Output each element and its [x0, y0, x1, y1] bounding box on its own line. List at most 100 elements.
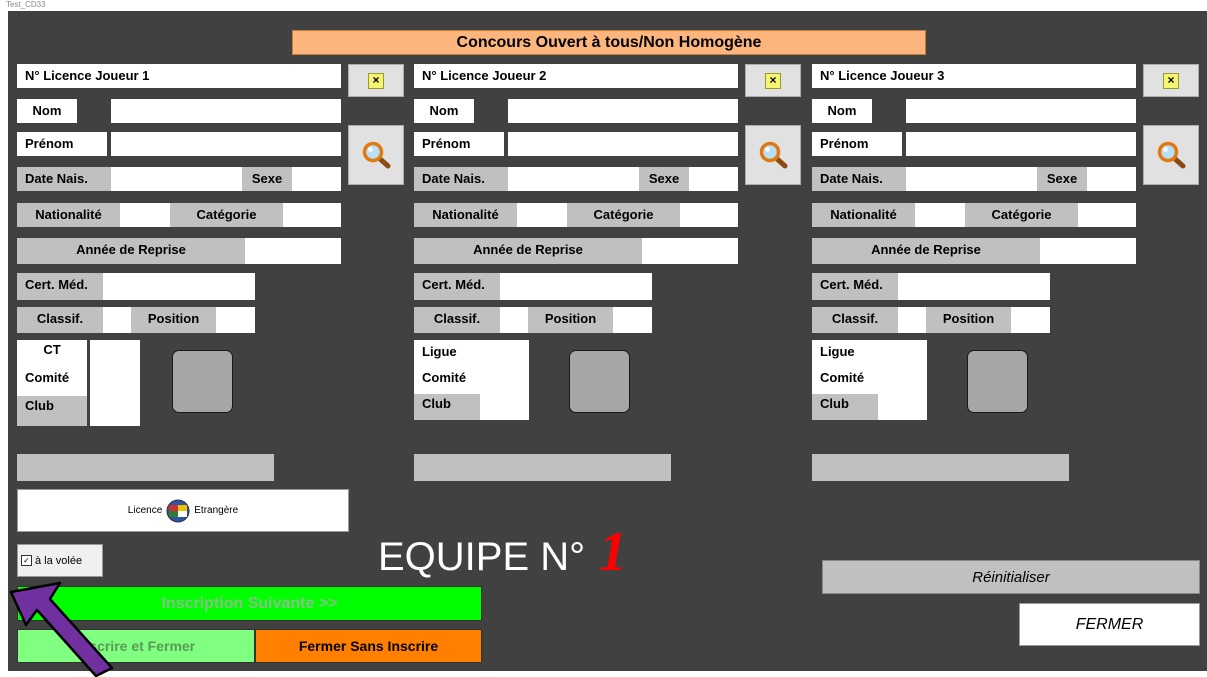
player3-sexe-field[interactable]: [1087, 167, 1136, 191]
player1-nationalite-label: Nationalité: [17, 203, 120, 227]
player2-sexe-field[interactable]: [689, 167, 738, 191]
player1-sexe-field[interactable]: [292, 167, 341, 191]
player2-classif-field[interactable]: [500, 307, 528, 333]
a-la-volee-label: à la volée: [35, 554, 83, 567]
player3-categorie-field[interactable]: [1078, 203, 1136, 227]
etrangere-label: Etrangère: [194, 505, 239, 516]
player3-date-nais-label: Date Nais.: [812, 167, 906, 191]
player1-prenom-field[interactable]: [111, 132, 341, 156]
player1-ct-field[interactable]: [90, 340, 140, 368]
player1-categorie-label: Catégorie: [170, 203, 283, 227]
player2-search-button[interactable]: [745, 125, 801, 185]
form-title: Concours Ouvert à tous/Non Homogène: [292, 30, 926, 55]
player3-licence-label: N° Licence Joueur 3: [812, 64, 992, 88]
player1-classif-field[interactable]: [103, 307, 131, 333]
player1-annee-reprise-label: Année de Reprise: [17, 238, 245, 264]
player2-nom-field[interactable]: [508, 99, 738, 123]
player2-date-nais-field[interactable]: [508, 167, 639, 191]
player3-classif-field[interactable]: [898, 307, 926, 333]
player1-date-nais-field[interactable]: [111, 167, 242, 191]
player2-position-label: Position: [528, 307, 613, 333]
player3-annee-reprise-label: Année de Reprise: [812, 238, 1040, 264]
player3-ligue-label: Ligue: [812, 342, 872, 362]
player1-comite-label: Comité: [17, 368, 87, 396]
team-label: EQUIPE N°: [378, 535, 586, 579]
player1-photo-placeholder: [172, 350, 233, 413]
player2-club-label: Club: [414, 394, 480, 420]
player3-comite-label: Comité: [812, 368, 872, 388]
player2-cert-med-field[interactable]: [500, 273, 652, 300]
player3-club-label: Club: [812, 394, 878, 420]
player1-licence-label: N° Licence Joueur 1: [17, 64, 197, 88]
player3-date-nais-field[interactable]: [906, 167, 1037, 191]
annotation-arrow: [9, 581, 114, 677]
player3-nationalite-field[interactable]: [915, 203, 965, 227]
reinitialiser-button[interactable]: Réinitialiser: [822, 560, 1200, 594]
player3-annee-reprise-field[interactable]: [1040, 238, 1136, 264]
player1-nationalite-field[interactable]: [120, 203, 170, 227]
player2-categorie-field[interactable]: [680, 203, 738, 227]
player1-prenom-label: Prénom: [17, 132, 107, 156]
player2-classif-label: Classif.: [414, 307, 500, 333]
clear-x-icon: ×: [1163, 72, 1179, 89]
player2-date-nais-label: Date Nais.: [414, 167, 508, 191]
player3-cert-med-field[interactable]: [898, 273, 1050, 300]
player2-photo-placeholder: [569, 350, 630, 413]
player1-club-label: Club: [17, 396, 87, 426]
player1-sexe-label: Sexe: [242, 167, 292, 191]
magnifier-icon: [362, 141, 391, 169]
player3-position-field[interactable]: [1011, 307, 1050, 333]
a-la-volee-checkbox[interactable]: ✓ à la volée: [17, 544, 103, 577]
player2-nom-label: Nom: [414, 99, 474, 123]
player3-info-bar: [812, 454, 1069, 481]
player2-comite-label: Comité: [414, 368, 474, 388]
player3-nom-field[interactable]: [906, 99, 1136, 123]
player1-nom-field[interactable]: [111, 99, 341, 123]
player1-comite-field[interactable]: [90, 368, 140, 396]
player1-club-field[interactable]: [90, 396, 140, 426]
player1-info-bar: [17, 454, 274, 481]
magnifier-icon: [1157, 141, 1186, 169]
player1-position-label: Position: [131, 307, 216, 333]
player3-clear-button[interactable]: ×: [1143, 64, 1199, 97]
magnifier-icon: [759, 141, 788, 169]
player3-prenom-label: Prénom: [812, 132, 902, 156]
player1-ct-label: CT: [17, 340, 87, 368]
player1-cert-med-field[interactable]: [103, 273, 255, 300]
fermer-button[interactable]: FERMER: [1019, 603, 1200, 646]
fermer-sans-inscrire-button[interactable]: Fermer Sans Inscrire: [255, 629, 482, 663]
player3-photo-placeholder: [967, 350, 1028, 413]
player3-search-button[interactable]: [1143, 125, 1199, 185]
player2-position-field[interactable]: [613, 307, 652, 333]
player2-nationalite-field[interactable]: [517, 203, 567, 227]
player1-date-nais-label: Date Nais.: [17, 167, 111, 191]
player1-position-field[interactable]: [216, 307, 255, 333]
player1-annee-reprise-field[interactable]: [245, 238, 341, 264]
player2-ligue-label: Ligue: [414, 342, 474, 362]
player2-categorie-label: Catégorie: [567, 203, 680, 227]
world-flags-icon: [166, 499, 190, 522]
player2-nationalite-label: Nationalité: [414, 203, 517, 227]
player3-categorie-label: Catégorie: [965, 203, 1078, 227]
check-icon: ✓: [21, 555, 32, 566]
player3-position-label: Position: [926, 307, 1011, 333]
player1-clear-button[interactable]: ×: [348, 64, 404, 97]
player3-nationalite-label: Nationalité: [812, 203, 915, 227]
player2-sexe-label: Sexe: [639, 167, 689, 191]
player2-clear-button[interactable]: ×: [745, 64, 801, 97]
window-title: Test_CD33: [6, 0, 46, 9]
player1-categorie-field[interactable]: [283, 203, 341, 227]
player3-sexe-label: Sexe: [1037, 167, 1087, 191]
player1-nom-label: Nom: [17, 99, 77, 123]
player3-nom-label: Nom: [812, 99, 872, 123]
player2-cert-med-label: Cert. Méd.: [414, 273, 500, 300]
licence-etrangere-button[interactable]: Licence Etrangère: [17, 489, 349, 532]
player2-prenom-field[interactable]: [508, 132, 738, 156]
player3-cert-med-label: Cert. Méd.: [812, 273, 898, 300]
player2-info-bar: [414, 454, 671, 481]
player1-search-button[interactable]: [348, 125, 404, 185]
player3-prenom-field[interactable]: [906, 132, 1136, 156]
player2-annee-reprise-field[interactable]: [642, 238, 738, 264]
licence-label: Licence: [127, 505, 163, 516]
player2-prenom-label: Prénom: [414, 132, 504, 156]
